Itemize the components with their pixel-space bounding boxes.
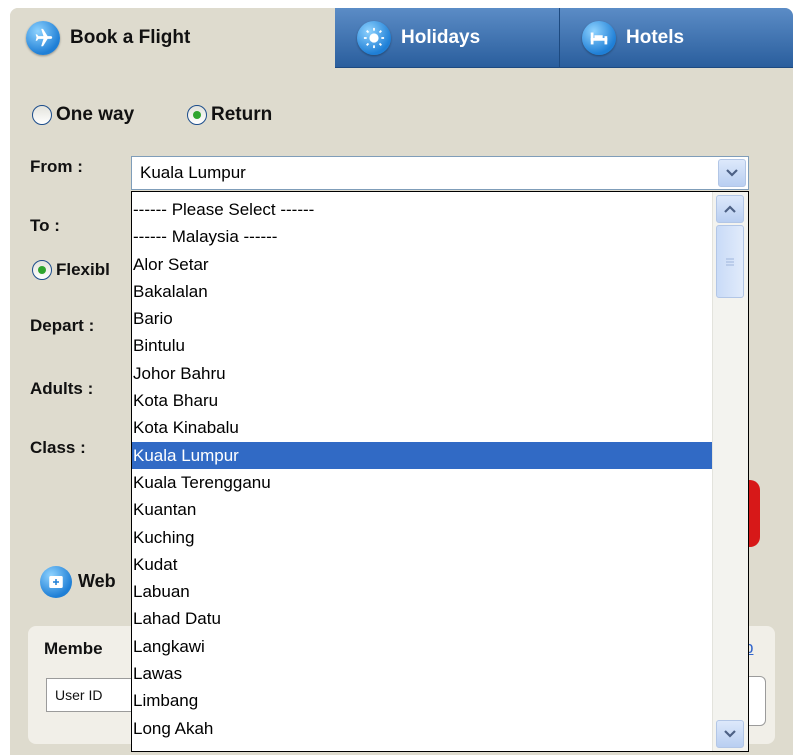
sun-icon [357, 20, 391, 55]
dropdown-option[interactable]: Kuching [132, 524, 712, 551]
return-option[interactable]: Return [187, 104, 272, 126]
dropdown-option[interactable]: Kuantan [132, 496, 712, 523]
grip-icon [726, 258, 734, 265]
dropdown-option[interactable]: Lawas [132, 660, 712, 687]
dropdown-option[interactable]: Kuala Lumpur [132, 441, 712, 469]
chevron-down-icon [724, 730, 736, 738]
from-select-value: Kuala Lumpur [140, 163, 246, 182]
chevron-up-icon [724, 205, 736, 213]
dropdown-option[interactable]: Limbang [132, 687, 712, 714]
to-label: To : [30, 216, 60, 235]
dropdown-option[interactable]: ------ Please Select ------ [132, 196, 712, 223]
tab-hotels[interactable]: Hotels [560, 8, 793, 68]
one-way-label: One way [56, 104, 135, 125]
dropdown-option[interactable]: Kota Bharu [132, 387, 712, 414]
scroll-up-button[interactable] [716, 195, 744, 223]
dropdown-option[interactable]: Bario [132, 305, 712, 332]
one-way-option[interactable]: One way [32, 104, 134, 126]
airplane-icon [26, 21, 60, 55]
dropdown-option[interactable]: Kota Kinabalu [132, 414, 712, 441]
adults-label: Adults : [30, 379, 94, 398]
member-label: Membe [44, 639, 103, 658]
from-dropdown-list[interactable]: ------ Please Select ------ ------ Malays… [131, 191, 749, 752]
tab-label: Holidays [401, 26, 481, 48]
dropdown-option[interactable]: Labuan [132, 578, 712, 605]
dropdown-option[interactable]: Langkawi [132, 633, 712, 660]
dropdown-options: ------ Please Select ------ ------ Malays… [132, 196, 712, 742]
web-label: Web [78, 571, 116, 591]
class-label: Class : [30, 438, 86, 457]
dropdown-option[interactable]: Bakalalan [132, 278, 712, 305]
tab-holidays[interactable]: Holidays [335, 8, 560, 68]
tab-label: Hotels [626, 26, 685, 48]
dropdown-option[interactable]: Alor Setar [132, 251, 712, 278]
flexible-option[interactable]: Flexibl [32, 260, 110, 280]
scroll-down-button[interactable] [716, 720, 744, 748]
dropdown-option[interactable]: Lahad Datu [132, 605, 712, 632]
dropdown-option[interactable]: Bintulu [132, 332, 712, 359]
bed-icon [582, 20, 616, 55]
return-label: Return [211, 104, 273, 125]
from-label: From : [30, 157, 83, 176]
one-way-radio[interactable] [32, 105, 52, 125]
return-radio[interactable] [187, 105, 207, 125]
tab-label: Book a Flight [70, 27, 191, 48]
tab-bar: Book a Flight Holidays Hotels [10, 8, 793, 68]
scrollbar-thumb[interactable] [716, 225, 744, 298]
dropdown-scrollbar[interactable] [712, 192, 748, 751]
chevron-down-icon[interactable] [718, 159, 746, 187]
dropdown-option[interactable]: Kudat [132, 551, 712, 578]
depart-label: Depart : [30, 316, 95, 335]
flexible-label: Flexibl [56, 260, 110, 279]
dropdown-option[interactable]: Kuala Terengganu [132, 469, 712, 496]
flexible-radio[interactable] [32, 260, 52, 280]
tab-book-a-flight[interactable]: Book a Flight [10, 8, 335, 68]
web-checkin-icon[interactable] [40, 566, 72, 598]
dropdown-option[interactable]: Johor Bahru [132, 360, 712, 387]
dropdown-option[interactable]: ------ Malaysia ------ [132, 223, 712, 250]
dropdown-option[interactable]: Long Akah [132, 715, 712, 742]
from-select[interactable]: Kuala Lumpur [131, 156, 749, 190]
